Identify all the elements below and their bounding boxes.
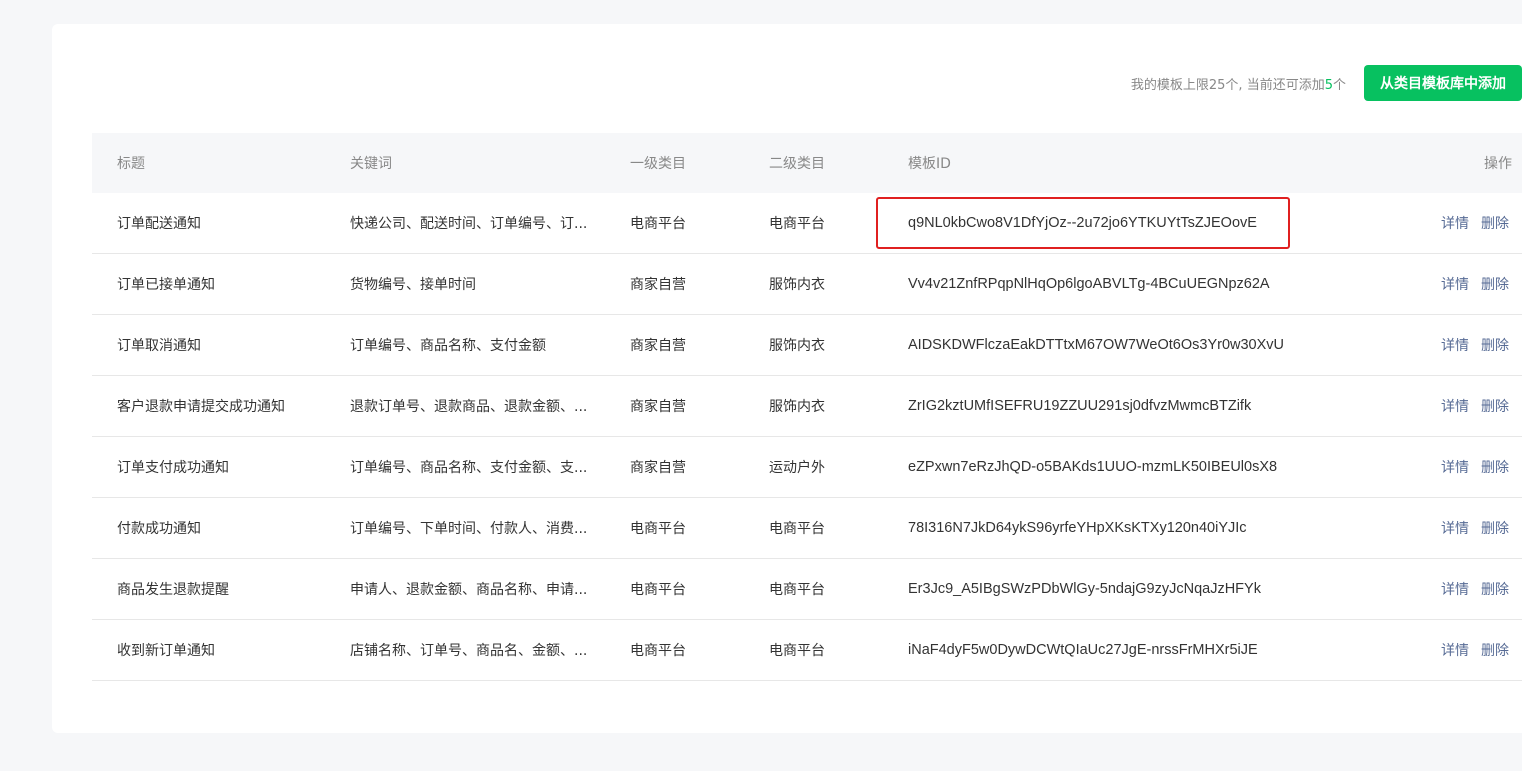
row-level1: 电商平台 [630, 582, 686, 598]
row-level2: 电商平台 [769, 643, 825, 659]
row-template-id: Vv4v21ZnfRPqpNlHqOp6lgoABVLTg-4BCuUEGNpz… [908, 276, 1270, 292]
templates-card: 我的模板上限25个, 当前还可添加5个 从类目模板库中添加 标题 关键词 一级类… [52, 24, 1522, 733]
detail-link[interactable]: 详情 [1441, 335, 1469, 355]
row-actions: 详情 删除 [1441, 559, 1522, 619]
table-row: 收到新订单通知 店铺名称、订单号、商品名、金额、... 电商平台 电商平台 iN… [92, 620, 1522, 681]
row-level2: 电商平台 [769, 521, 825, 537]
row-level2: 运动户外 [769, 460, 825, 476]
table-row: 订单配送通知 快递公司、配送时间、订单编号、订... 电商平台 电商平台 q9N… [92, 193, 1522, 254]
column-header-level2: 二级类目 [769, 156, 825, 172]
row-level1: 商家自营 [630, 277, 686, 293]
delete-link[interactable]: 删除 [1481, 213, 1509, 233]
detail-link[interactable]: 详情 [1441, 518, 1469, 538]
row-actions: 详情 删除 [1441, 498, 1522, 558]
delete-link[interactable]: 删除 [1481, 274, 1509, 294]
detail-link[interactable]: 详情 [1441, 640, 1469, 660]
row-keywords: 货物编号、接单时间 [350, 254, 590, 314]
row-keywords-text: 店铺名称、订单号、商品名、金额、... [350, 643, 588, 659]
detail-link[interactable]: 详情 [1441, 579, 1469, 599]
row-template-id: eZPxwn7eRzJhQD-o5BAKds1UUO-mzmLK50IBEUl0… [908, 459, 1278, 475]
column-header-actions: 操作 [1484, 156, 1512, 172]
row-level2: 服饰内衣 [769, 399, 825, 415]
row-title: 订单支付成功通知 [117, 460, 229, 476]
quota-text: 我的模板上限25个, 当前还可添加5个 [1131, 74, 1346, 93]
row-level2: 服饰内衣 [769, 277, 825, 293]
row-title: 订单已接单通知 [117, 277, 215, 293]
row-keywords-text: 订单编号、商品名称、支付金额、支... [350, 460, 588, 476]
templates-table: 标题 关键词 一级类目 二级类目 模板ID 操作 订单配送通知 快递公司、配送时… [92, 133, 1522, 681]
row-level1: 电商平台 [630, 643, 686, 659]
row-actions: 详情 删除 [1441, 620, 1522, 680]
quota-suffix: 个 [1332, 77, 1346, 93]
table-header: 标题 关键词 一级类目 二级类目 模板ID 操作 [92, 133, 1522, 193]
quota-prefix: 我的模板上限25个, 当前还可添加 [1130, 77, 1325, 93]
row-title: 订单配送通知 [117, 216, 201, 232]
table-row: 客户退款申请提交成功通知 退款订单号、退款商品、退款金额、... 商家自营 服饰… [92, 376, 1522, 437]
row-keywords-text: 订单编号、商品名称、支付金额 [350, 338, 546, 354]
row-title: 收到新订单通知 [117, 643, 215, 659]
row-keywords-text: 申请人、退款金额、商品名称、申请... [350, 582, 588, 598]
row-level1: 电商平台 [630, 216, 686, 232]
delete-link[interactable]: 删除 [1481, 518, 1509, 538]
row-title: 付款成功通知 [117, 521, 201, 537]
quota-count: 5 [1324, 77, 1333, 93]
delete-link[interactable]: 删除 [1481, 335, 1509, 355]
row-template-id: q9NL0kbCwo8V1DfYjOz--2u72jo6YTKUYtTsZJEO… [908, 215, 1257, 231]
add-from-library-button[interactable]: 从类目模板库中添加 [1364, 65, 1522, 101]
row-level1: 商家自营 [630, 399, 686, 415]
row-template-id: iNaF4dyF5w0DywDCWtQIaUc27JgE-nrssFrMHXr5… [908, 642, 1258, 658]
row-keywords-text: 订单编号、下单时间、付款人、消费... [350, 521, 588, 537]
column-header-template-id: 模板ID [908, 156, 951, 172]
delete-link[interactable]: 删除 [1481, 640, 1509, 660]
table-row: 订单已接单通知 货物编号、接单时间 商家自营 服饰内衣 Vv4v21ZnfRPq… [92, 254, 1522, 315]
row-title: 订单取消通知 [117, 338, 201, 354]
row-keywords: 退款订单号、退款商品、退款金额、... [350, 376, 590, 436]
row-keywords: 快递公司、配送时间、订单编号、订... [350, 193, 590, 253]
row-actions: 详情 删除 [1441, 193, 1522, 253]
row-level1: 商家自营 [630, 338, 686, 354]
table-row: 商品发生退款提醒 申请人、退款金额、商品名称、申请... 电商平台 电商平台 E… [92, 559, 1522, 620]
row-keywords: 订单编号、下单时间、付款人、消费... [350, 498, 590, 558]
row-template-id: Er3Jc9_A5IBgSWzPDbWlGy-5ndajG9zyJcNqaJzH… [908, 581, 1261, 597]
toolbar: 我的模板上限25个, 当前还可添加5个 从类目模板库中添加 [52, 65, 1522, 101]
row-actions: 详情 删除 [1441, 315, 1522, 375]
delete-link[interactable]: 删除 [1481, 396, 1509, 416]
column-header-title: 标题 [117, 156, 145, 172]
row-keywords: 订单编号、商品名称、支付金额、支... [350, 437, 590, 497]
table-row: 订单取消通知 订单编号、商品名称、支付金额 商家自营 服饰内衣 AIDSKDWF… [92, 315, 1522, 376]
row-level2: 电商平台 [769, 216, 825, 232]
row-actions: 详情 删除 [1441, 376, 1522, 436]
table-row: 付款成功通知 订单编号、下单时间、付款人、消费... 电商平台 电商平台 78I… [92, 498, 1522, 559]
table-row: 订单支付成功通知 订单编号、商品名称、支付金额、支... 商家自营 运动户外 e… [92, 437, 1522, 498]
row-template-id: 78I316N7JkD64ykS96yrfeYHpXKsKTXy120n40iY… [908, 520, 1247, 536]
column-header-keywords: 关键词 [350, 156, 392, 172]
detail-link[interactable]: 详情 [1441, 396, 1469, 416]
row-keywords-text: 退款订单号、退款商品、退款金额、... [350, 399, 588, 415]
detail-link[interactable]: 详情 [1441, 274, 1469, 294]
row-level1: 电商平台 [630, 521, 686, 537]
row-actions: 详情 删除 [1441, 254, 1522, 314]
detail-link[interactable]: 详情 [1441, 457, 1469, 477]
row-title: 客户退款申请提交成功通知 [117, 399, 285, 415]
row-keywords: 订单编号、商品名称、支付金额 [350, 315, 590, 375]
row-level1: 商家自营 [630, 460, 686, 476]
row-template-id: ZrIG2kztUMfISEFRU19ZZUU291sj0dfvzMwmcBTZ… [908, 398, 1252, 414]
row-title: 商品发生退款提醒 [117, 582, 229, 598]
row-actions: 详情 删除 [1441, 437, 1522, 497]
delete-link[interactable]: 删除 [1481, 579, 1509, 599]
row-keywords: 店铺名称、订单号、商品名、金额、... [350, 620, 590, 680]
row-keywords: 申请人、退款金额、商品名称、申请... [350, 559, 590, 619]
column-header-level1: 一级类目 [630, 156, 686, 172]
row-keywords-text: 快递公司、配送时间、订单编号、订... [350, 216, 588, 232]
row-level2: 电商平台 [769, 582, 825, 598]
delete-link[interactable]: 删除 [1481, 457, 1509, 477]
row-level2: 服饰内衣 [769, 338, 825, 354]
detail-link[interactable]: 详情 [1441, 213, 1469, 233]
row-template-id: AIDSKDWFlczaEakDTTtxM67OW7WeOt6Os3Yr0w30… [908, 337, 1285, 353]
row-keywords-text: 货物编号、接单时间 [350, 277, 476, 293]
